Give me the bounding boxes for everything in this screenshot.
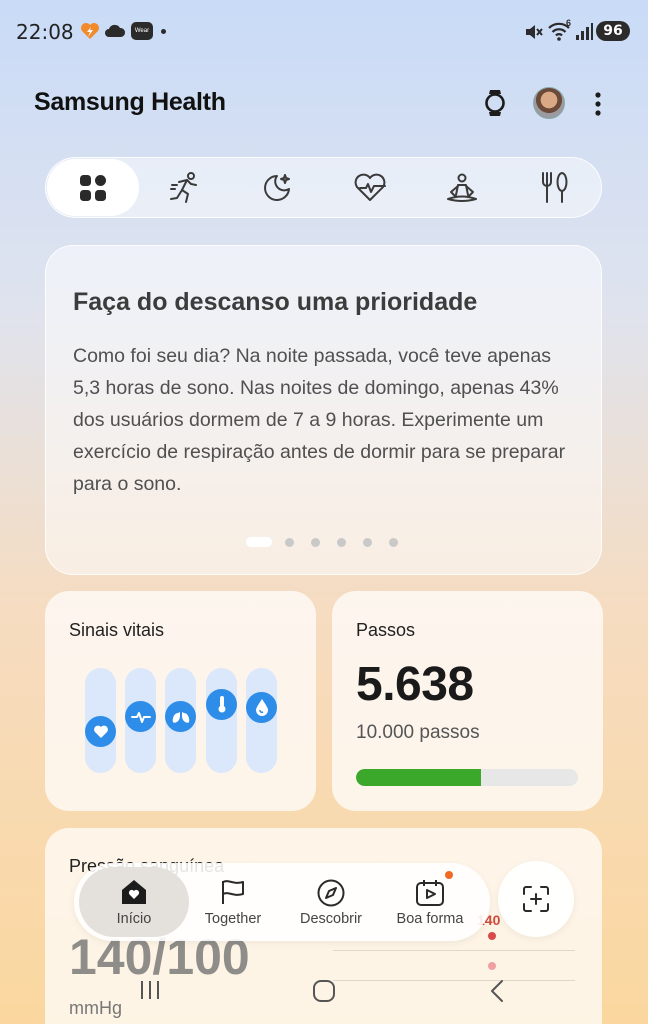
home-icon bbox=[122, 880, 146, 904]
vital-level bbox=[246, 691, 277, 723]
tab-food[interactable] bbox=[509, 159, 601, 216]
recents-icon[interactable] bbox=[138, 978, 162, 1002]
vital-level bbox=[125, 701, 156, 733]
tip-card[interactable]: Faça do descanso uma prioridade Como foi… bbox=[45, 245, 602, 575]
wifi-signal-badge: 6 bbox=[566, 18, 572, 28]
system-nav-bar bbox=[0, 968, 648, 1024]
nav-label: Together bbox=[204, 911, 262, 927]
tab-mindfulness[interactable] bbox=[416, 159, 508, 216]
steps-value: 5.638 bbox=[356, 658, 474, 711]
wear-label: Wear bbox=[134, 28, 150, 34]
vital-column bbox=[125, 668, 156, 773]
app-title: Samsung Health bbox=[34, 88, 226, 116]
category-tabs bbox=[45, 157, 602, 218]
nav-fitness[interactable]: Boa forma bbox=[380, 867, 480, 937]
bottom-nav: Início Together Descobrir Boa forma bbox=[74, 863, 490, 941]
vitals-title: Sinais vitais bbox=[69, 620, 165, 640]
thermometer-icon bbox=[218, 696, 225, 713]
tip-body: Como foi seu dia? Na noite passada, você… bbox=[73, 345, 566, 495]
bp-point bbox=[488, 932, 496, 940]
sleep-moon-icon bbox=[264, 173, 290, 201]
carousel-dot[interactable] bbox=[246, 537, 272, 547]
heartbeat-icon bbox=[130, 711, 151, 723]
battery-icon: 96 bbox=[596, 21, 630, 41]
status-bar: 22:08 Wear 6 96 bbox=[0, 0, 648, 64]
tab-activity[interactable] bbox=[139, 159, 231, 216]
wear-icon: Wear bbox=[131, 22, 153, 40]
scan-plus-icon bbox=[523, 886, 549, 912]
steps-goal: 10.000 passos bbox=[356, 722, 480, 743]
steps-progress-bar bbox=[356, 769, 578, 786]
meditation-icon bbox=[447, 173, 477, 202]
carousel-dot[interactable] bbox=[311, 537, 320, 547]
vital-level bbox=[206, 688, 237, 720]
heart-icon bbox=[93, 725, 108, 738]
vital-level bbox=[85, 716, 116, 748]
back-icon[interactable] bbox=[487, 978, 507, 1004]
more-icon[interactable] bbox=[589, 90, 607, 118]
bp-grid-line bbox=[333, 950, 575, 951]
tip-title: Faça do descanso uma prioridade bbox=[73, 288, 478, 316]
cloud-icon bbox=[105, 24, 126, 37]
nav-label: Início bbox=[116, 911, 152, 927]
watch-icon[interactable] bbox=[482, 88, 508, 118]
calendar-play-icon bbox=[416, 880, 444, 906]
nav-home[interactable]: Início bbox=[79, 867, 189, 937]
notification-dot-icon bbox=[161, 29, 166, 34]
vitals-card[interactable]: Sinais vitais bbox=[45, 591, 316, 811]
scan-add-button[interactable] bbox=[498, 861, 574, 937]
nav-label: Boa forma bbox=[396, 911, 464, 927]
steps-card[interactable]: Passos 5.638 10.000 passos bbox=[332, 591, 603, 811]
tab-heart[interactable] bbox=[324, 159, 416, 216]
lungs-icon bbox=[172, 711, 189, 723]
nav-label: Descobrir bbox=[299, 911, 363, 927]
dashboard-icon bbox=[80, 174, 106, 201]
mute-icon bbox=[526, 25, 543, 39]
carousel-dots bbox=[246, 537, 415, 547]
vital-level bbox=[165, 701, 196, 733]
tab-sleep[interactable] bbox=[231, 159, 323, 216]
notification-badge bbox=[445, 871, 453, 879]
nav-together[interactable]: Together bbox=[183, 867, 283, 937]
avatar[interactable] bbox=[533, 87, 565, 119]
vital-column bbox=[246, 668, 277, 773]
vital-column bbox=[165, 668, 196, 773]
carousel-dot[interactable] bbox=[363, 537, 372, 547]
vital-column bbox=[206, 668, 237, 773]
status-time: 22:08 bbox=[16, 20, 74, 44]
heart-rate-icon bbox=[354, 173, 386, 201]
heart-flash-icon bbox=[81, 23, 99, 39]
battery-level: 96 bbox=[603, 23, 623, 39]
signal-icon bbox=[576, 23, 593, 40]
food-icon bbox=[542, 171, 568, 203]
nav-discover[interactable]: Descobrir bbox=[281, 867, 381, 937]
drop-icon bbox=[255, 699, 268, 717]
home-button-icon[interactable] bbox=[311, 978, 337, 1004]
carousel-dot[interactable] bbox=[337, 537, 346, 547]
compass-icon bbox=[317, 879, 345, 907]
flag-icon bbox=[222, 880, 244, 904]
carousel-dot[interactable] bbox=[285, 537, 294, 547]
carousel-dot[interactable] bbox=[389, 537, 398, 547]
steps-progress-fill bbox=[356, 769, 482, 786]
vital-column bbox=[85, 668, 116, 773]
tab-dashboard[interactable] bbox=[47, 159, 139, 216]
running-icon bbox=[170, 171, 197, 203]
steps-title: Passos bbox=[356, 620, 416, 640]
